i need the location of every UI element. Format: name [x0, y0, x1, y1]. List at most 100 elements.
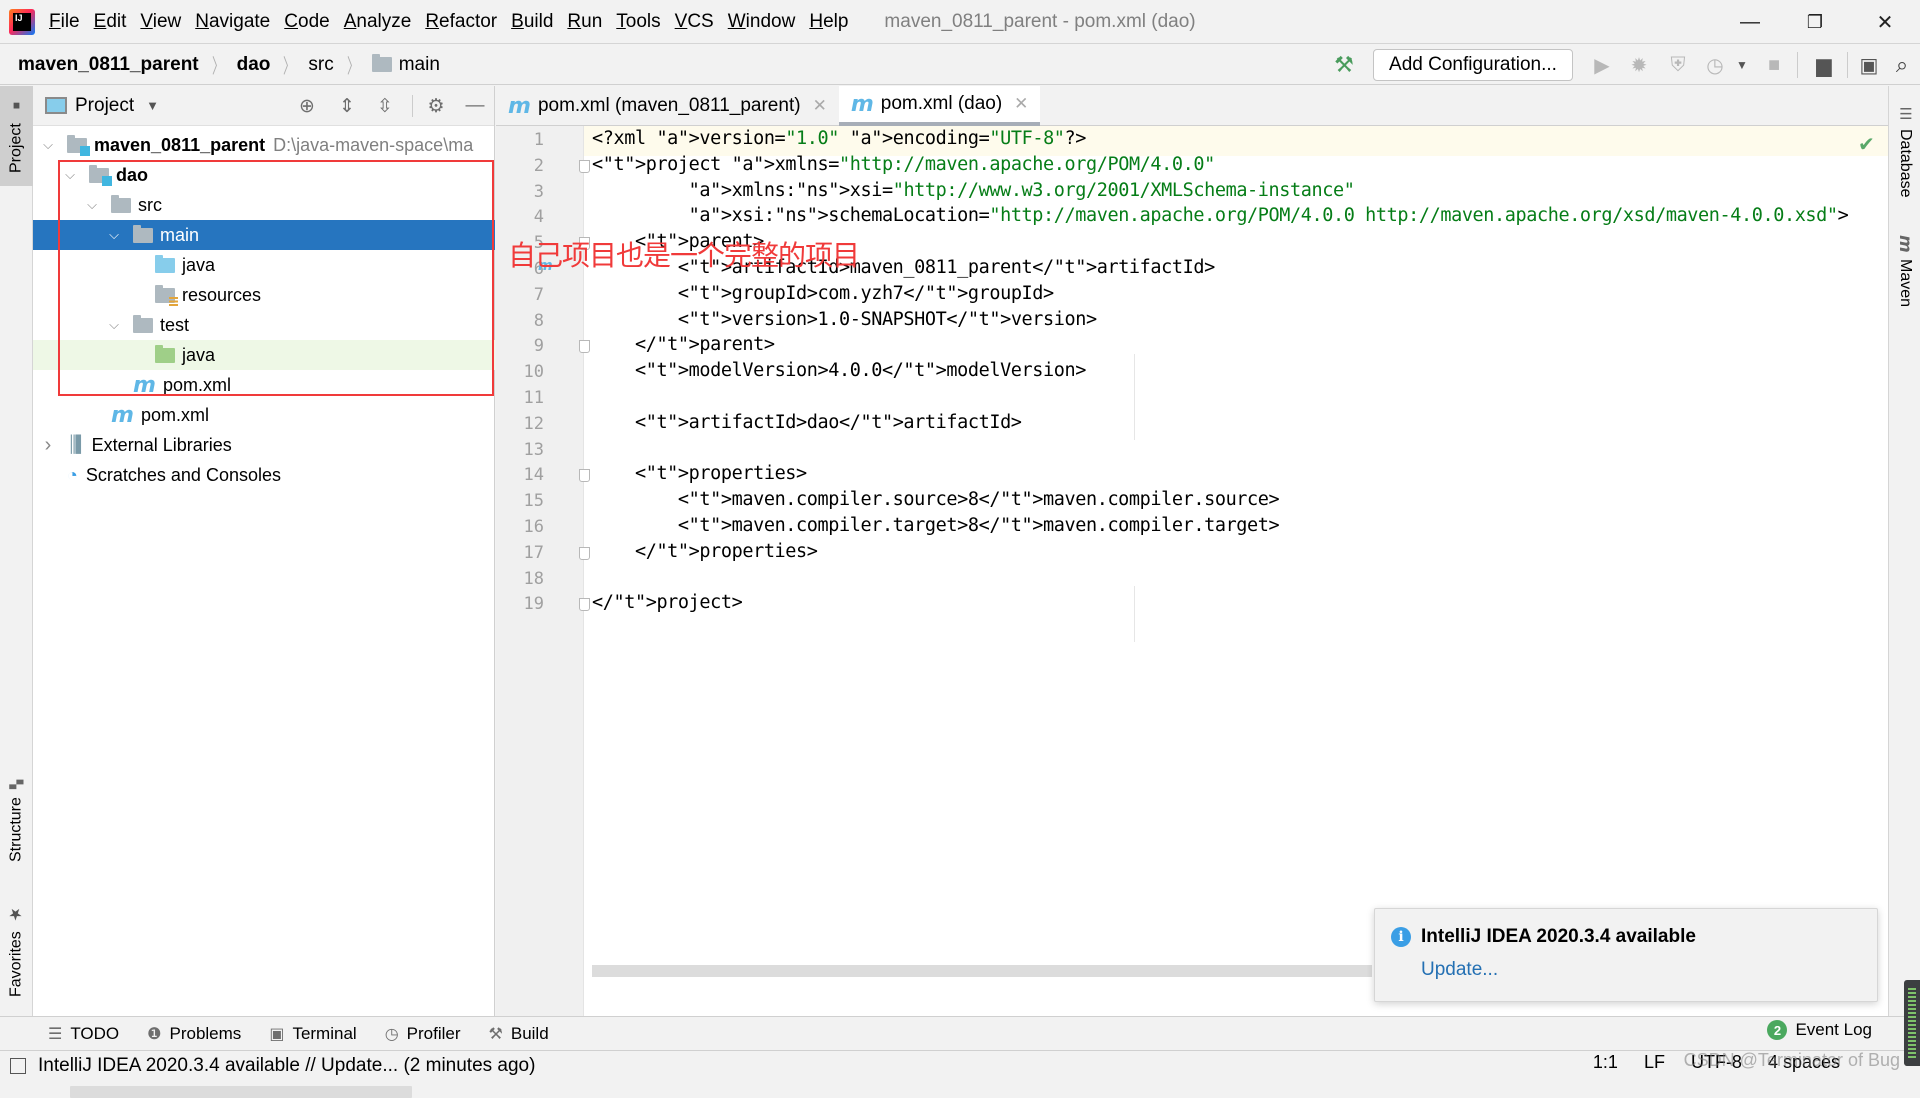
tool-todo[interactable]: ☰ TODO: [48, 1024, 119, 1044]
chevron-down-icon[interactable]: ⌵: [107, 317, 121, 333]
fold-marker-icon[interactable]: [579, 469, 590, 483]
fold-marker-icon[interactable]: [579, 598, 590, 612]
update-link[interactable]: Update...: [1421, 959, 1498, 981]
breadcrumb-project[interactable]: maven_0811_parent: [18, 54, 199, 76]
menu-run[interactable]: Run: [567, 11, 602, 33]
chevron-down-icon[interactable]: ⌵: [107, 227, 121, 243]
tree-item[interactable]: ⌵ maven_0811_parent D:\java-maven-space\ma: [33, 130, 495, 160]
tool-problems[interactable]: ❶ Problems: [147, 1024, 241, 1044]
editor-horizontal-scrollbar[interactable]: [592, 965, 1372, 977]
tree-item[interactable]: java: [33, 340, 495, 370]
tree-item[interactable]: m pom.xml: [33, 370, 495, 400]
dropdown-icon[interactable]: ▼: [1728, 51, 1756, 79]
chevron-down-icon[interactable]: ⌵: [41, 137, 55, 153]
coverage-icon[interactable]: ⛨: [1664, 51, 1692, 79]
menu-vcs[interactable]: VCS: [675, 11, 714, 33]
add-configuration-button[interactable]: Add Configuration...: [1373, 49, 1573, 81]
minimize-button[interactable]: —: [1720, 0, 1780, 44]
tool-build[interactable]: ⚒ Build: [489, 1024, 549, 1044]
restore-button[interactable]: ❐: [1785, 0, 1845, 44]
tab-structure[interactable]: Structure ▚: [0, 766, 33, 876]
tab-label: pom.xml (dao): [880, 93, 1003, 114]
line-number: 14: [523, 465, 544, 486]
close-tab-icon[interactable]: ✕: [813, 96, 827, 116]
chevron-down-icon[interactable]: ⌵: [63, 167, 77, 183]
event-log-button[interactable]: 2 Event Log: [1767, 1020, 1872, 1040]
code-line: <"t">project "a">xmlns="http://maven.apa…: [592, 153, 1215, 175]
inspection-ok-icon[interactable]: ✔: [1858, 132, 1875, 157]
tool-profiler[interactable]: ◷ Profiler: [385, 1024, 461, 1044]
tree-item[interactable]: java: [33, 250, 495, 280]
list-icon: ☰: [48, 1025, 63, 1043]
tab-database[interactable]: ☰ Database: [1889, 96, 1920, 206]
line-separator[interactable]: LF: [1644, 1052, 1665, 1073]
menu-file[interactable]: File: [49, 11, 80, 33]
run-icon[interactable]: ▶: [1588, 51, 1616, 79]
menu-window[interactable]: Window: [728, 11, 796, 33]
debug-icon[interactable]: ✹: [1625, 51, 1653, 79]
tree-item[interactable]: ⌵ dao: [33, 160, 495, 190]
expand-all-icon[interactable]: ⇕: [335, 94, 359, 118]
chevron-right-icon[interactable]: ›: [41, 434, 55, 457]
profile-icon[interactable]: ◷: [1701, 51, 1729, 79]
tree-item-label: Scratches and Consoles: [85, 464, 281, 485]
code-line: <?xml "a">version="1.0" "a">encoding="UT…: [592, 128, 1087, 149]
caret-position[interactable]: 1:1: [1593, 1052, 1618, 1073]
code-line: <"t">groupId>com.yzh7</"t">groupId>: [592, 282, 1054, 304]
horizontal-scrollbar[interactable]: [70, 1086, 412, 1098]
menu-tools[interactable]: Tools: [616, 11, 660, 33]
menu-navigate[interactable]: Navigate: [195, 11, 270, 33]
collapse-all-icon[interactable]: ⇳: [373, 94, 397, 118]
stop-icon[interactable]: ■: [1760, 51, 1788, 79]
breadcrumb-main[interactable]: main: [371, 53, 440, 76]
project-view-selector[interactable]: Project: [75, 95, 134, 117]
close-tab-icon[interactable]: ✕: [1014, 94, 1028, 114]
menu-code[interactable]: Code: [284, 11, 329, 33]
menu-refactor[interactable]: Refactor: [425, 11, 497, 33]
line-number: 3: [533, 181, 544, 202]
tab-dao-pom[interactable]: m pom.xml (dao) ✕: [838, 86, 1041, 126]
tree-item[interactable]: ⌵ test: [33, 310, 495, 340]
tab-favorites[interactable]: Favorites ★: [0, 896, 33, 1006]
line-number: 2: [533, 155, 544, 176]
tab-maven[interactable]: m Maven: [1889, 226, 1920, 316]
menu-build[interactable]: Build: [511, 11, 553, 33]
tree-item[interactable]: m pom.xml: [33, 400, 495, 430]
watermark: CSDN @Terminator of Bug: [1683, 1050, 1900, 1070]
breadcrumb-src[interactable]: src: [308, 54, 333, 76]
fold-marker-icon[interactable]: [579, 340, 590, 354]
run-anything-icon[interactable]: ▣: [1855, 51, 1883, 79]
fold-marker-icon[interactable]: [579, 159, 590, 173]
build-hammer-icon[interactable]: ⚒: [1330, 51, 1358, 79]
database-icon: ☰: [1897, 104, 1914, 123]
header-divider: [412, 95, 413, 117]
tab-project[interactable]: Project ■: [0, 86, 33, 186]
chevron-down-icon[interactable]: ⌵: [85, 197, 99, 213]
menu-analyze[interactable]: Analyze: [344, 11, 412, 33]
tool-terminal[interactable]: ▣ Terminal: [269, 1024, 356, 1044]
hide-icon[interactable]: —: [463, 94, 487, 118]
gear-icon[interactable]: ⚙: [424, 94, 448, 118]
fold-marker-icon[interactable]: [579, 546, 590, 560]
project-structure-icon[interactable]: ▆: [1810, 51, 1838, 79]
status-toggle-icon[interactable]: [10, 1057, 26, 1074]
search-icon[interactable]: ⌕: [1888, 51, 1916, 79]
tree-item[interactable]: ⌵ main: [33, 220, 495, 250]
tree-item[interactable]: resources: [33, 280, 495, 310]
tab-parent-pom[interactable]: m pom.xml (maven_0811_parent) ✕: [496, 86, 839, 126]
status-message[interactable]: IntelliJ IDEA 2020.3.4 available // Upda…: [38, 1055, 535, 1077]
code-line: <"t">maven.compiler.source>8</"t">maven.…: [592, 489, 1280, 511]
close-button[interactable]: ✕: [1855, 0, 1915, 44]
menu-help[interactable]: Help: [809, 11, 848, 33]
memory-indicator[interactable]: [1904, 980, 1920, 1066]
tree-item[interactable]: ⌵ src: [33, 190, 495, 220]
menu-edit[interactable]: Edit: [94, 11, 127, 33]
menu-view[interactable]: View: [140, 11, 181, 33]
chevron-down-icon[interactable]: ▼: [146, 98, 159, 113]
breadcrumb-main-label: main: [398, 53, 440, 75]
breadcrumb-module[interactable]: dao: [237, 54, 271, 76]
locate-icon[interactable]: ⊕: [295, 94, 319, 118]
tree-item[interactable]: ◔ Scratches and Consoles: [33, 460, 495, 490]
tree-item-label: maven_0811_parent: [94, 134, 266, 155]
tree-item[interactable]: › ║▌ External Libraries: [33, 430, 495, 460]
